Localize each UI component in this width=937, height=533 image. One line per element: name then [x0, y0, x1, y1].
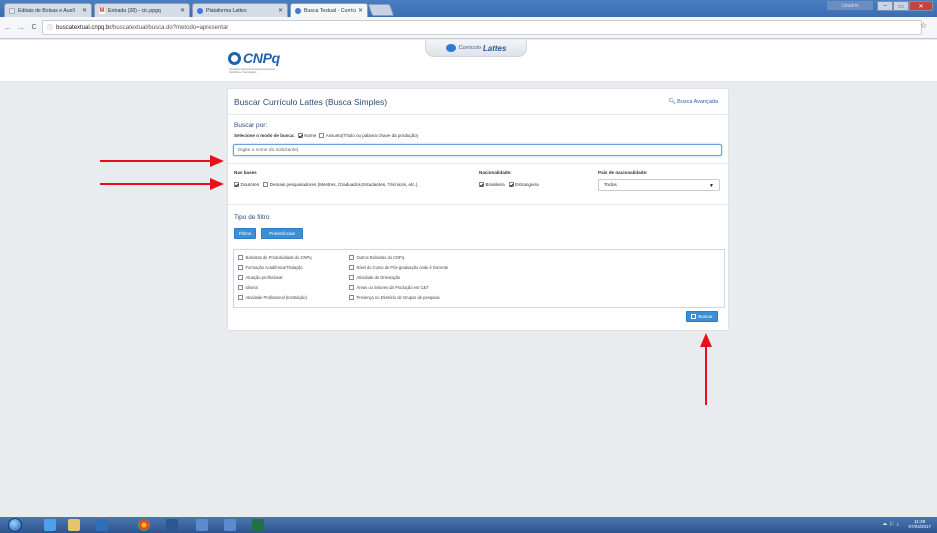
folder-icon[interactable]	[68, 519, 80, 531]
start-button[interactable]	[8, 518, 22, 532]
word-icon[interactable]	[166, 519, 178, 531]
system-clock[interactable]: 11:39 07/04/2017	[908, 519, 931, 529]
system-tray[interactable]: ⏶ ⚐ ♪	[882, 521, 899, 529]
clock-date: 07/04/2017	[908, 524, 931, 529]
chrome-icon[interactable]	[138, 519, 150, 531]
annotation-arrows	[100, 155, 712, 405]
excel-icon[interactable]	[252, 519, 264, 531]
ie-icon[interactable]	[44, 519, 56, 531]
arrow-to-search-input	[100, 155, 224, 167]
media-player-icon[interactable]	[96, 519, 108, 531]
arrow-to-bases-row	[100, 178, 224, 190]
app-icon[interactable]	[196, 519, 208, 531]
arrow-to-buscar-button	[700, 333, 712, 405]
windows-taskbar: ⏶ ⚐ ♪ 11:39 07/04/2017	[0, 517, 937, 533]
app-icon[interactable]	[224, 519, 236, 531]
